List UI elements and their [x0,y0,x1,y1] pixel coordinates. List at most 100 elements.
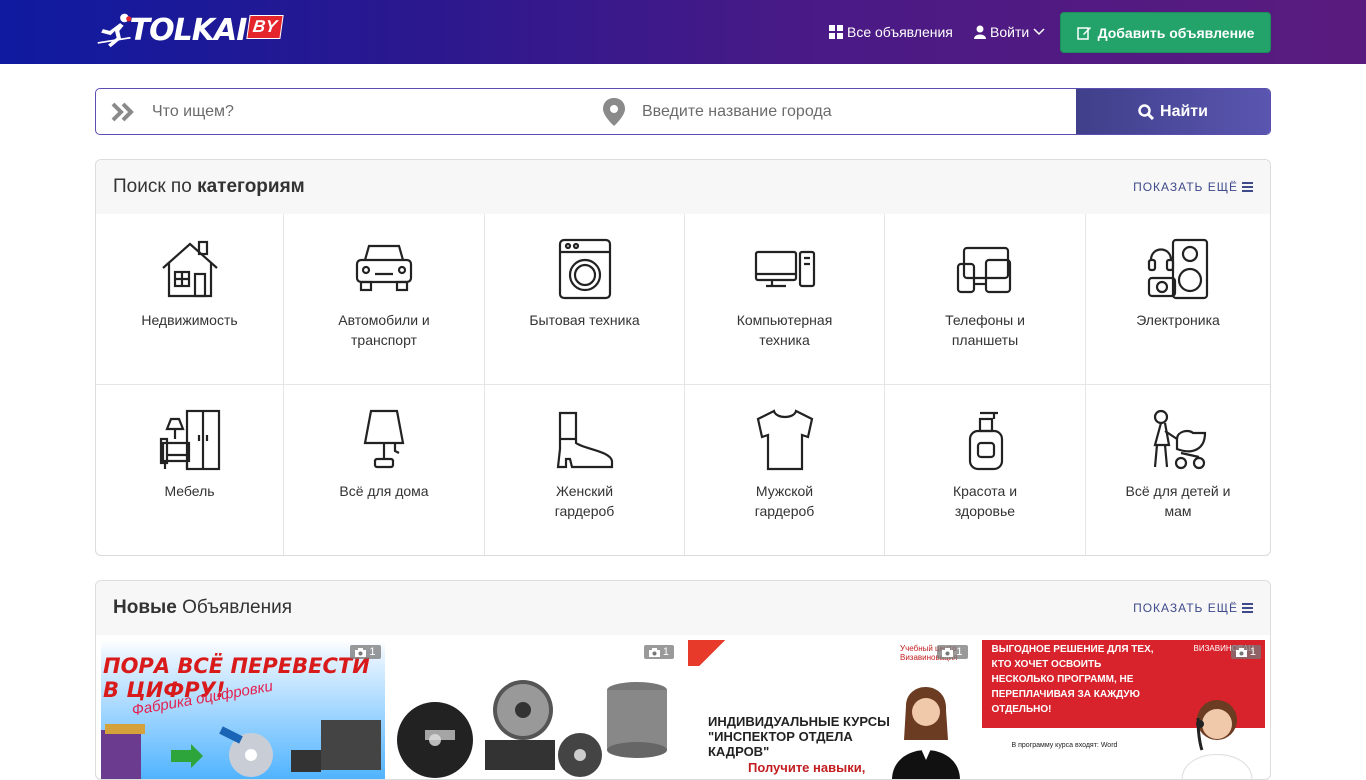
map-marker-icon [586,97,642,126]
category-grid: Недвижимость Автомобили и транспорт Быто… [96,214,1270,555]
bars-icon [1242,603,1253,613]
photo-count-badge: 1 [350,645,381,659]
new-listings-show-more[interactable]: ПОКАЗАТЬ ЕЩЁ [1133,601,1253,615]
camera-icon [942,647,954,657]
category-men[interactable]: Мужской гардероб [685,385,885,555]
tshirt-icon [756,409,813,471]
category-appliances[interactable]: Бытовая техника [485,214,685,385]
bars-icon [1242,182,1253,192]
category-label: Женский гардероб [554,483,615,519]
category-label: Компьютерная техника [736,312,833,348]
categories-show-more-label: ПОКАЗАТЬ ЕЩЁ [1133,180,1238,194]
listing-image-subtext: В программу курса входят: Word [1011,742,1118,749]
boot-icon [556,411,613,469]
nav-all-ads[interactable]: Все объявления [829,0,953,64]
categories-panel: Поиск по категориям ПОКАЗАТЬ ЕЩЁ Недвижи… [95,159,1271,556]
photo-count-badge: 1 [643,645,674,659]
house-icon [161,240,218,298]
listing-card[interactable]: ВИЗАВИНОВАЦ ВЫГОДНОЕ РЕШЕНИЕ ДЛЯ ТЕХ, КТ… [981,640,1265,779]
camera-icon [355,647,367,657]
listing-image [892,686,960,779]
search-button-label: Найти [1160,102,1208,120]
query-section [96,89,586,134]
category-label: Всё для детей и мам [1125,483,1231,519]
category-label: Всё для дома [339,483,429,499]
phone-tablet-icon [956,246,1012,294]
double-chevron-right-icon [96,102,152,122]
categories-title: Поиск по категориям [113,176,305,198]
search-bar: Найти [95,88,1271,135]
site-header: TOLKAI BY Все объявления Войти Добавить … [0,0,1366,64]
photo-count-badge: 1 [1230,645,1261,659]
car-icon [355,244,413,292]
listing-card[interactable]: 1 [394,640,678,779]
new-listings-show-more-label: ПОКАЗАТЬ ЕЩЁ [1133,601,1238,615]
camera-icon [648,647,660,657]
category-women[interactable]: Женский гардероб [485,385,685,555]
new-listings-title: Новые Объявления [113,597,292,619]
city-section [586,89,1076,134]
nav-login-label: Войти [990,24,1030,40]
add-listing-button[interactable]: Добавить объявление [1060,12,1271,53]
search-input[interactable] [152,91,572,132]
logo-text: TOLKAI [129,12,248,48]
categories-title-bold: категориям [197,176,305,197]
logo-suffix: BY [246,15,284,39]
categories-title-prefix: Поиск по [113,176,192,197]
listing-image-text: ИНДИВИДУАЛЬНЫЕ КУРСЫ "ИНСПЕКТОР ОТДЕЛА К… [708,714,890,759]
listing-card[interactable]: ПОРА ВСЁ ПЕРЕВЕСТИ В ЦИФРУ! Фабрика оциф… [101,640,385,779]
category-label: Недвижимость [141,312,238,328]
cosmetics-icon [968,411,1004,471]
category-label: Бытовая техника [529,312,640,328]
category-label: Мужской гардероб [754,483,815,519]
listing-card[interactable]: Учебный центр Визавиновация ИНДИВИДУАЛЬН… [688,640,972,779]
electronics-icon [1147,238,1209,300]
listing-image [101,720,381,779]
magnifier-icon [1138,103,1155,120]
camera-icon [1235,647,1247,657]
computer-icon [754,250,815,288]
category-kids[interactable]: Всё для детей и мам [1086,385,1270,555]
site-logo[interactable]: TOLKAI BY [96,8,284,52]
category-furniture[interactable]: Мебель [96,385,284,555]
user-icon [974,25,986,39]
grid-icon [829,25,843,39]
city-input[interactable] [642,91,1062,132]
category-label: Мебель [164,483,215,499]
category-electronics[interactable]: Электроника [1086,214,1270,385]
add-listing-label: Добавить объявление [1097,24,1255,41]
new-listings-header: Новые Объявления ПОКАЗАТЬ ЕЩЁ [96,581,1270,635]
lamp-icon [363,409,405,469]
listing-cards: ПОРА ВСЁ ПЕРЕВЕСТИ В ЦИФРУ! Фабрика оциф… [96,635,1270,779]
stroller-icon [1153,409,1207,470]
furniture-icon [159,409,220,471]
photo-count-badge: 1 [937,645,968,659]
photo-count: 1 [1249,646,1256,658]
category-beauty[interactable]: Красота и здоровье [885,385,1086,555]
category-realty[interactable]: Недвижимость [96,214,284,385]
edit-icon [1076,26,1091,40]
nav-login[interactable]: Войти [974,0,1045,64]
nav-all-label: Все объявления [847,24,953,40]
new-listings-panel: Новые Объявления ПОКАЗАТЬ ЕЩЁ ПОРА ВСЁ П… [95,580,1271,780]
categories-header: Поиск по категориям ПОКАЗАТЬ ЕЩЁ [96,160,1270,214]
photo-count: 1 [369,646,376,658]
listing-image [396,680,667,778]
search-button[interactable]: Найти [1076,89,1270,134]
listing-image-text: ВЫГОДНОЕ РЕШЕНИЕ ДЛЯ ТЕХ, КТО ХОЧЕТ ОСВО… [991,644,1154,715]
listing-image [1181,700,1252,779]
chevron-down-icon [1033,28,1045,36]
category-auto[interactable]: Автомобили и транспорт [284,214,485,385]
category-label: Телефоны и планшеты [945,312,1025,348]
categories-show-more[interactable]: ПОКАЗАТЬ ЕЩЁ [1133,180,1253,194]
category-computers[interactable]: Компьютерная техника [685,214,885,385]
new-listings-title-bold: Новые [113,597,177,618]
photo-count: 1 [662,646,669,658]
category-label: Электроника [1136,312,1220,328]
photo-count: 1 [956,646,963,658]
category-phones[interactable]: Телефоны и планшеты [885,214,1086,385]
category-home[interactable]: Всё для дома [284,385,485,555]
category-label: Автомобили и транспорт [338,312,430,348]
washing-machine-icon [558,238,611,300]
new-listings-title-rest: Объявления [182,597,292,618]
